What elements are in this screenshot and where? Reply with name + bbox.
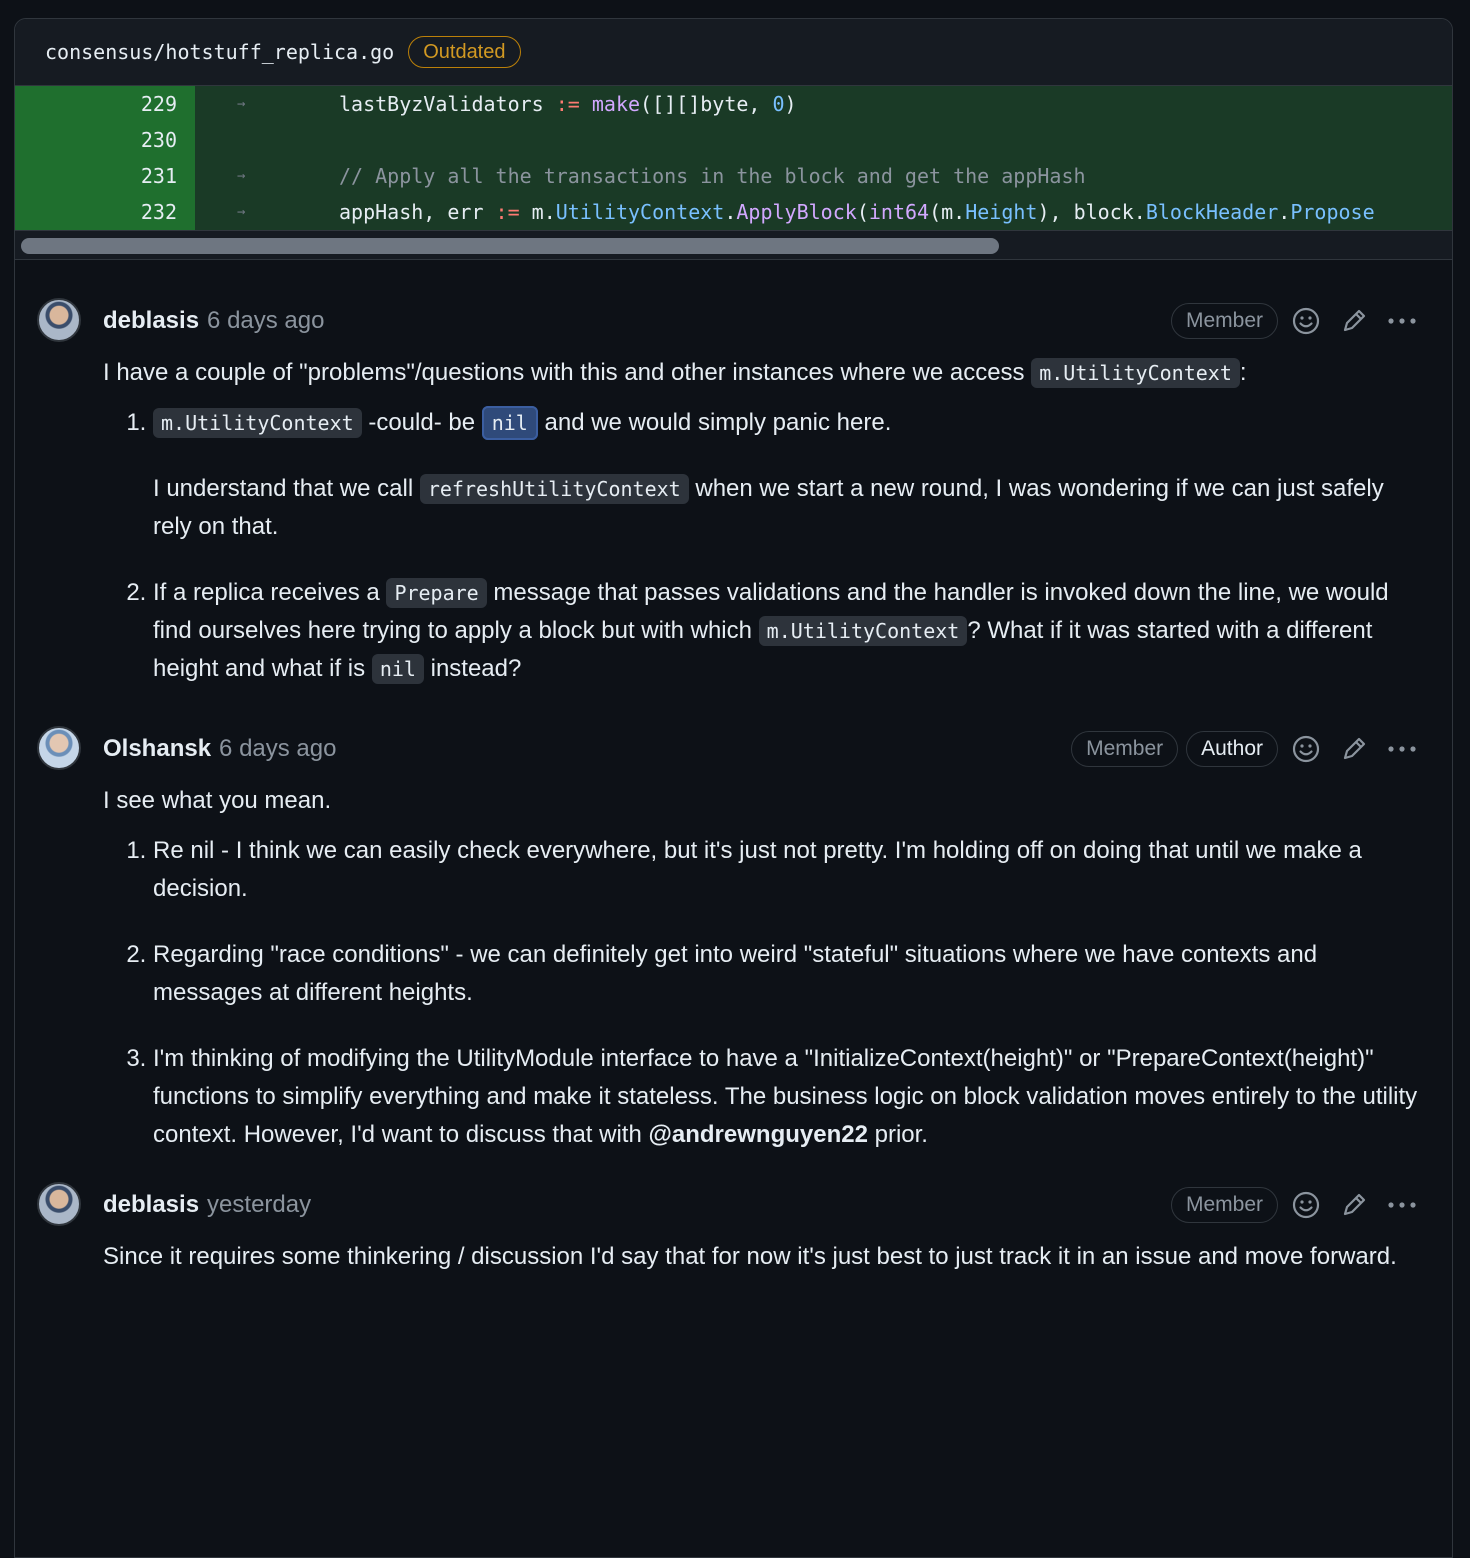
code-token: . xyxy=(724,200,737,224)
edit-pencil-icon[interactable] xyxy=(1334,729,1374,769)
code-token: m. xyxy=(519,200,556,224)
code-line: 231 → // Apply all the transactions in th… xyxy=(15,158,1452,194)
line-number[interactable]: 232 xyxy=(15,194,195,230)
code-token: 0 xyxy=(772,92,785,116)
inline-code: m.UtilityContext xyxy=(1031,358,1240,388)
member-badge: Member xyxy=(1170,303,1278,339)
code-token: Height xyxy=(965,200,1038,224)
code-token: ( xyxy=(856,200,869,224)
code-line: 229 → lastByzValidators := make ([][]byte,… xyxy=(15,86,1452,122)
code-token: appHash, err xyxy=(339,200,496,224)
file-header: consensus/hotstuff_replica.go Outdated xyxy=(15,19,1452,86)
comment-text: Since it requires some thinkering / disc… xyxy=(103,1243,1397,1270)
code-token: UtilityContext xyxy=(555,200,725,224)
avatar[interactable] xyxy=(37,1182,81,1226)
code-token: ([][]byte, xyxy=(640,92,773,116)
code-token: := xyxy=(495,200,520,224)
review-thread: consensus/hotstuff_replica.go Outdated 2… xyxy=(14,18,1453,1558)
list-item: If a replica receives a Prepare message … xyxy=(153,574,1422,688)
comment-text: If a replica receives a xyxy=(153,579,387,606)
code-line: 230 xyxy=(15,122,1452,158)
list-item: m.UtilityContext -could- be nil and we w… xyxy=(153,404,1422,546)
list-item: Re nil - I think we can easily check eve… xyxy=(153,832,1422,908)
code-token: Propose xyxy=(1290,200,1375,224)
tab-arrow-icon: → xyxy=(237,168,246,184)
more-options-icon[interactable] xyxy=(1382,1185,1422,1225)
comment-text: I see what you mean. xyxy=(103,787,332,814)
code-comment: // Apply all the transactions in the blo… xyxy=(339,164,1086,188)
edit-pencil-icon[interactable] xyxy=(1334,1185,1374,1225)
user-mention-link[interactable]: @andrewnguyen22 xyxy=(648,1121,867,1148)
comment-text: : xyxy=(1239,359,1247,386)
line-number[interactable]: 230 xyxy=(15,122,195,158)
line-number[interactable]: 229 xyxy=(15,86,195,122)
add-reaction-icon[interactable] xyxy=(1286,729,1326,769)
tab-arrow-icon: → xyxy=(237,204,246,220)
code-token: BlockHeader xyxy=(1145,200,1279,224)
more-options-icon[interactable] xyxy=(1382,729,1422,769)
inline-code: nil xyxy=(371,654,424,684)
code-token: (m. xyxy=(929,200,966,224)
inline-code-highlighted: nil xyxy=(481,406,538,440)
code-token: make xyxy=(591,92,641,116)
more-options-icon[interactable] xyxy=(1382,301,1422,341)
inline-code: refreshUtilityContext xyxy=(419,474,689,504)
file-path-link[interactable]: consensus/hotstuff_replica.go xyxy=(45,40,394,64)
tab-arrow-icon: → xyxy=(237,96,246,112)
code-token: ), block. xyxy=(1037,200,1146,224)
review-comment: deblasis yesterday Member Since it requi… xyxy=(15,1182,1452,1276)
code-line: 232 → appHash, err := m. UtilityContext. Ap… xyxy=(15,194,1452,230)
add-reaction-icon[interactable] xyxy=(1286,301,1326,341)
member-badge: Member xyxy=(1071,731,1179,767)
inline-code: m.UtilityContext xyxy=(153,408,362,438)
edit-pencil-icon[interactable] xyxy=(1334,301,1374,341)
code-token: int64 xyxy=(868,200,930,224)
review-comment: Olshansk 6 days ago Member Author I see … xyxy=(15,726,1452,1154)
code-token: ) xyxy=(784,92,797,116)
code-token: := xyxy=(543,92,592,116)
comment-body: I see what you mean. Re nil - I think we… xyxy=(103,782,1452,1154)
comment-text: prior. xyxy=(867,1121,928,1148)
avatar[interactable] xyxy=(37,726,81,770)
code-token: . xyxy=(1278,200,1291,224)
list-item: Regarding "race conditions" - we can def… xyxy=(153,936,1422,1012)
member-badge: Member xyxy=(1170,1187,1278,1223)
comment-body: Since it requires some thinkering / disc… xyxy=(103,1238,1452,1276)
comment-timestamp[interactable]: 6 days ago xyxy=(219,735,336,763)
line-number[interactable]: 231 xyxy=(15,158,195,194)
code-snippet: 229 → lastByzValidators := make ([][]byte,… xyxy=(15,86,1452,230)
comment-text: -could- be xyxy=(361,409,482,436)
comment-author[interactable]: deblasis xyxy=(103,307,199,335)
comment-author[interactable]: deblasis xyxy=(103,1191,199,1219)
inline-code: m.UtilityContext xyxy=(758,616,968,646)
author-badge: Author xyxy=(1186,731,1278,767)
inline-code: Prepare xyxy=(386,578,487,608)
add-reaction-icon[interactable] xyxy=(1286,1185,1326,1225)
code-token: ApplyBlock xyxy=(736,200,857,224)
scrollbar-thumb[interactable] xyxy=(21,238,999,254)
horizontal-scrollbar[interactable] xyxy=(15,230,1452,260)
avatar[interactable] xyxy=(37,298,81,342)
comment-author[interactable]: Olshansk xyxy=(103,735,211,763)
code-token: lastByzValidators xyxy=(339,92,544,116)
comment-text: I understand that we call xyxy=(153,475,420,502)
comment-text: I have a couple of "problems"/questions … xyxy=(103,359,1032,386)
comment-timestamp[interactable]: 6 days ago xyxy=(207,307,324,335)
comment-timestamp[interactable]: yesterday xyxy=(207,1191,311,1219)
comment-text: and we would simply panic here. xyxy=(537,409,892,436)
outdated-badge: Outdated xyxy=(408,36,521,68)
list-item: I'm thinking of modifying the UtilityMod… xyxy=(153,1040,1422,1154)
review-comment: deblasis 6 days ago Member I have a coup… xyxy=(15,298,1452,688)
comment-text: instead? xyxy=(423,655,522,682)
comment-body: I have a couple of "problems"/questions … xyxy=(103,354,1452,688)
